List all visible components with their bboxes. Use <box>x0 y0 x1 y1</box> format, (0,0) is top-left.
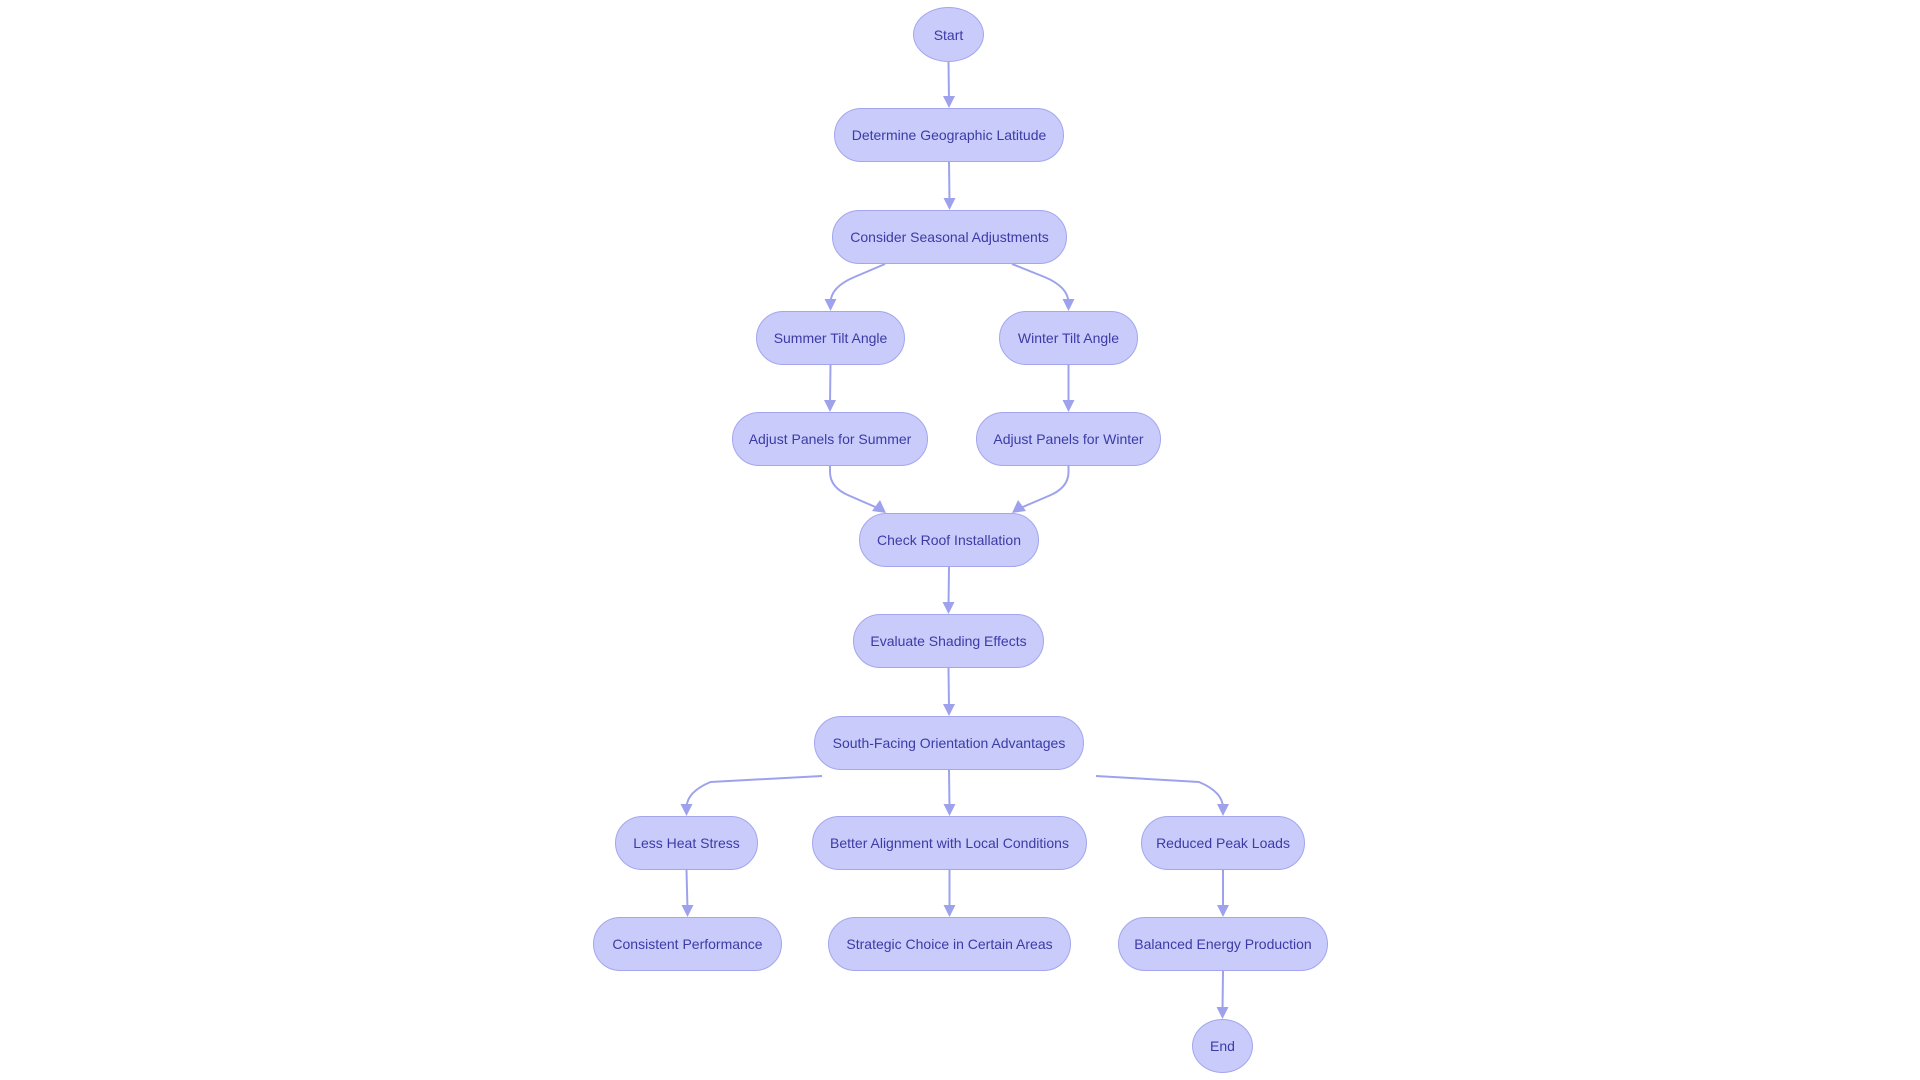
node-label: Reduced Peak Loads <box>1156 835 1290 851</box>
edge-adjust_winter-to-roof <box>1017 466 1070 510</box>
edge-summer_tilt-to-adjust_summer <box>829 364 832 405</box>
node-label: Adjust Panels for Summer <box>748 431 912 447</box>
node-label: Balanced Energy Production <box>1134 936 1312 952</box>
arrowhead-icon <box>1062 299 1075 311</box>
node-adjust-panels-winter: Adjust Panels for Winter <box>976 412 1161 466</box>
node-label: Evaluate Shading Effects <box>870 633 1027 649</box>
node-winter-tilt-angle: Winter Tilt Angle <box>999 311 1138 365</box>
node-label: Winter Tilt Angle <box>1017 330 1120 346</box>
arrowhead-icon <box>1062 400 1075 412</box>
node-label: Adjust Panels for Winter <box>993 431 1144 447</box>
node-label: South-Facing Orientation Advantages <box>832 735 1066 751</box>
arrowhead-icon <box>943 804 956 816</box>
arrowhead-icon <box>681 905 694 917</box>
arrowhead-icon <box>942 602 955 614</box>
node-determine-geographic-latitude: Determine Geographic Latitude <box>834 108 1064 162</box>
edge-latitude-to-seasonal <box>948 161 951 203</box>
node-less-heat-stress: Less Heat Stress <box>615 816 758 870</box>
node-south-facing-advantages: South-Facing Orientation Advantages <box>814 716 1084 770</box>
node-better-alignment: Better Alignment with Local Conditions <box>812 816 1087 870</box>
node-label: Summer Tilt Angle <box>773 330 888 346</box>
node-check-roof-installation: Check Roof Installation <box>859 513 1039 567</box>
edge-south-to-alignment <box>948 769 951 809</box>
edge-seasonal-to-summer_tilt <box>829 263 886 304</box>
arrowhead-icon <box>824 400 836 412</box>
node-label: Strategic Choice in Certain Areas <box>846 936 1053 952</box>
edge-seasonal-to-winter_tilt <box>1011 263 1070 304</box>
node-reduced-peak-loads: Reduced Peak Loads <box>1141 816 1305 870</box>
node-label: Consistent Performance <box>612 936 763 952</box>
edge-adjust_summer-to-roof <box>829 466 881 510</box>
node-end: End <box>1192 1019 1253 1073</box>
node-label: Start <box>933 26 964 43</box>
node-summer-tilt-angle: Summer Tilt Angle <box>756 311 905 365</box>
edge-heat-to-consistent <box>685 869 689 910</box>
node-consider-seasonal-adjustments: Consider Seasonal Adjustments <box>832 210 1067 264</box>
arrowhead-icon <box>680 804 693 816</box>
node-evaluate-shading-effects: Evaluate Shading Effects <box>853 614 1044 668</box>
edge-roof-to-shading <box>947 566 950 607</box>
edge-start-to-latitude <box>947 61 950 101</box>
node-start: Start <box>913 7 984 62</box>
node-label: End <box>1210 1038 1235 1054</box>
arrowhead-icon <box>824 299 837 311</box>
arrowhead-icon <box>943 704 955 716</box>
node-strategic-choice: Strategic Choice in Certain Areas <box>828 917 1071 971</box>
arrowhead-icon <box>1217 905 1229 917</box>
node-label: Better Alignment with Local Conditions <box>830 835 1069 851</box>
node-label: Check Roof Installation <box>877 532 1021 548</box>
node-label: Consider Seasonal Adjustments <box>850 229 1049 245</box>
flowchart: Start Determine Geographic Latitude Cons… <box>0 0 1920 1080</box>
edge-south-to-heat <box>685 775 823 809</box>
node-label: Determine Geographic Latitude <box>851 127 1047 143</box>
arrowhead-icon <box>1217 804 1229 816</box>
node-balanced-energy-production: Balanced Energy Production <box>1118 917 1328 971</box>
node-adjust-panels-summer: Adjust Panels for Summer <box>732 412 928 466</box>
edge-shading-to-south <box>947 667 950 709</box>
node-label: Less Heat Stress <box>633 835 740 851</box>
arrowhead-icon <box>1216 1007 1229 1019</box>
node-consistent-performance: Consistent Performance <box>593 917 782 971</box>
arrowhead-icon <box>943 198 956 210</box>
edge-south-to-peak <box>1095 775 1224 809</box>
edge-balanced-to-end <box>1221 970 1224 1012</box>
arrowhead-icon <box>943 96 955 108</box>
arrowhead-icon <box>943 905 956 917</box>
